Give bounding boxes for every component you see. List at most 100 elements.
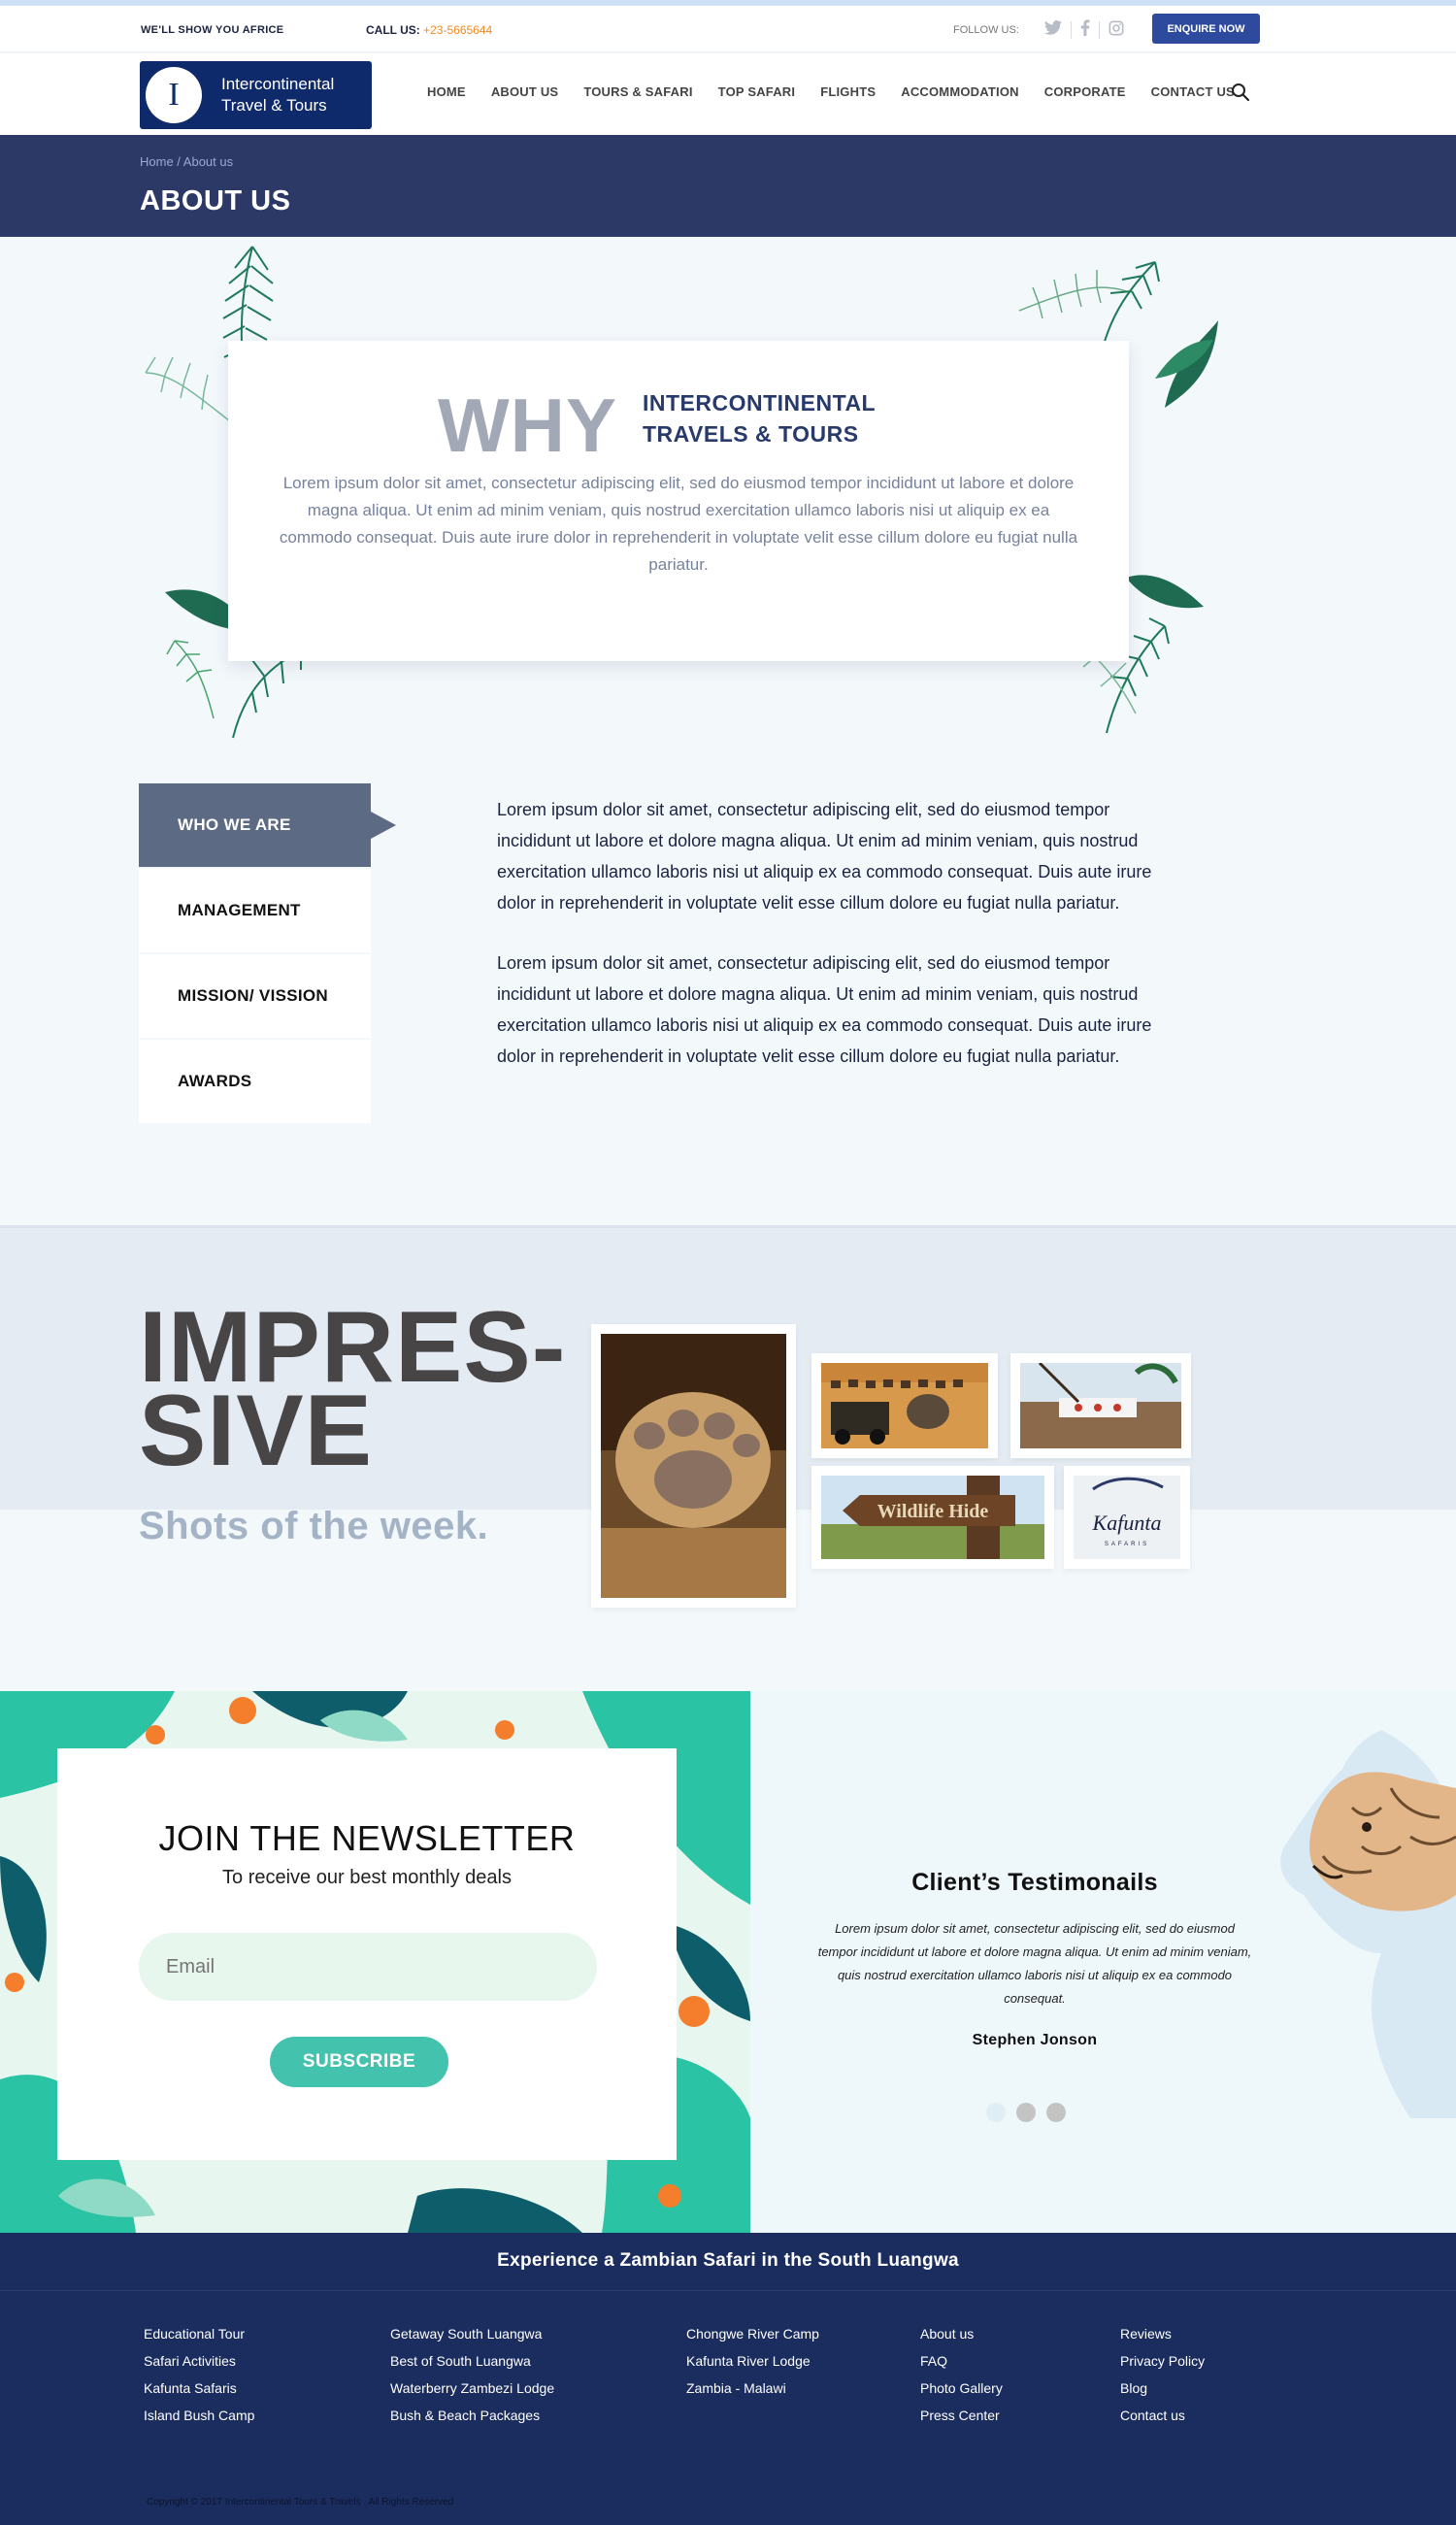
nav-item-about-us[interactable]: ABOUT US (491, 84, 559, 99)
footer-link[interactable]: Photo Gallery (920, 2375, 1003, 2402)
search-icon[interactable] (1231, 83, 1250, 102)
breadcrumb[interactable]: Home / About us (140, 154, 233, 169)
photo-lion-paw[interactable] (591, 1324, 796, 1608)
tiger-illustration (1280, 1730, 1456, 2118)
lion-paw-image (601, 1334, 786, 1598)
why-description: Lorem ipsum dolor sit amet, consectetur … (279, 474, 1078, 574)
logo-text: Intercontinental Travel & Tours (221, 74, 334, 116)
footer-link[interactable]: Zambia - Malawi (686, 2375, 819, 2402)
subscribe-button[interactable]: SUBSCRIBE (270, 2037, 448, 2087)
footer-column-4: About us FAQ Photo Gallery Press Center (920, 2320, 1003, 2429)
kafunta-brand-text: Kafunta (1092, 1511, 1162, 1535)
email-field[interactable] (139, 1933, 597, 2001)
logo-line-1: Intercontinental (221, 75, 335, 93)
tab-management[interactable]: MANAGEMENT (139, 869, 371, 952)
wildlife-hide-sign-text: Wildlife Hide (877, 1501, 989, 1522)
call-label: CALL US: (366, 23, 420, 37)
nav-item-tours-safari[interactable]: TOURS & SAFARI (583, 84, 692, 99)
nav-item-flights[interactable]: FLIGHTS (820, 84, 876, 99)
footer-heading: Experience a Zambian Safari in the South… (497, 2250, 959, 2271)
logo-line-2: Travel & Tours (221, 96, 327, 115)
testimonials-title: Client’s Testimonails (911, 1869, 1158, 1896)
footer-link[interactable]: Chongwe River Camp (686, 2320, 819, 2347)
tab-mission-vision[interactable]: MISSION/ VISSION (139, 954, 371, 1038)
separator (1071, 21, 1072, 39)
footer-column-5: Reviews Privacy Policy Blog Contact us (1120, 2320, 1205, 2429)
footer-link[interactable]: Getaway South Luangwa (390, 2320, 554, 2347)
why-subheading-line-1: INTERCONTINENTAL (643, 390, 877, 415)
nav-item-contact-us[interactable]: CONTACT US (1151, 84, 1235, 99)
carousel-dot-2[interactable] (1016, 2103, 1036, 2122)
tagline: WE'LL SHOW YOU AFRICE (141, 24, 284, 36)
impressive-subtitle: Shots of the week. (139, 1505, 489, 1547)
footer-link[interactable]: Educational Tour (144, 2320, 254, 2347)
call-us: CALL US: +23-5665644 (366, 23, 492, 37)
photo-wildlife-hide-sign[interactable]: Wildlife Hide (811, 1466, 1054, 1569)
footer-link[interactable]: Best of South Luangwa (390, 2347, 554, 2375)
kafunta-brand-subtext: SAFARIS (1105, 1542, 1149, 1547)
tab-who-we-are[interactable]: WHO WE ARE (139, 783, 396, 867)
enquire-now-button[interactable]: ENQUIRE NOW (1152, 14, 1260, 44)
nav-menu: HOME ABOUT US TOURS & SAFARI TOP SAFARI … (427, 84, 1235, 99)
footer-link[interactable]: Press Center (920, 2402, 1003, 2429)
footer-link[interactable]: FAQ (920, 2347, 1003, 2375)
elephants-safari-image (821, 1363, 988, 1448)
tab-content: Lorem ipsum dolor sit amet, consectetur … (497, 794, 1186, 1101)
copyright: Copyright © 2017 Intercontinental Tours … (147, 2497, 454, 2508)
wildlife-hide-sign-image: Wildlife Hide (821, 1476, 1044, 1559)
footer-link[interactable]: Island Bush Camp (144, 2402, 254, 2429)
newsletter-title: JOIN THE NEWSLETTER (158, 1818, 576, 1858)
footer: Experience a Zambian Safari in the South… (0, 2233, 1456, 2525)
footer-link[interactable]: Reviews (1120, 2320, 1205, 2347)
nav-item-corporate[interactable]: CORPORATE (1044, 84, 1126, 99)
twitter-icon[interactable] (1044, 20, 1062, 40)
kafunta-sign-image: Kafunta SAFARIS (1074, 1476, 1180, 1559)
footer-link[interactable]: Blog (1120, 2375, 1205, 2402)
footer-link[interactable]: Waterberry Zambezi Lodge (390, 2375, 554, 2402)
footer-divider (0, 2290, 1456, 2291)
carousel-dot-1[interactable] (986, 2103, 1006, 2122)
phone-number[interactable]: +23-5665644 (423, 23, 492, 37)
footer-column-1: Educational Tour Safari Activities Kafun… (144, 2320, 254, 2429)
photo-dining-deck[interactable] (1010, 1353, 1191, 1458)
newsletter-card: JOIN THE NEWSLETTER To receive our best … (57, 1748, 677, 2160)
footer-link[interactable]: Privacy Policy (1120, 2347, 1205, 2375)
follow-label: FOLLOW US: (953, 24, 1019, 36)
footer-link[interactable]: Bush & Beach Packages (390, 2402, 554, 2429)
tab-paragraph: Lorem ipsum dolor sit amet, consectetur … (497, 953, 1152, 1066)
why-heading: WHY (438, 382, 617, 468)
why-subheading: INTERCONTINENTAL TRAVELS & TOURS (643, 387, 876, 449)
main-navbar: I Intercontinental Travel & Tours HOME A… (0, 53, 1456, 135)
instagram-icon[interactable] (1109, 20, 1124, 41)
testimonial-author: Stephen Jonson (972, 2032, 1098, 2048)
nav-item-top-safari[interactable]: TOP SAFARI (718, 84, 796, 99)
footer-column-3: Chongwe River Camp Kafunta River Lodge Z… (686, 2320, 819, 2402)
footer-link[interactable]: About us (920, 2320, 1003, 2347)
footer-column-2: Getaway South Luangwa Best of South Luan… (390, 2320, 554, 2429)
tab-paragraph: Lorem ipsum dolor sit amet, consectetur … (497, 800, 1152, 913)
page-title: ABOUT US (140, 185, 291, 216)
photo-elephants-safari[interactable] (811, 1353, 998, 1458)
carousel-dot-3[interactable] (1046, 2103, 1066, 2122)
footer-link[interactable]: Kafunta River Lodge (686, 2347, 819, 2375)
separator (1099, 21, 1100, 39)
page-header: Home / About us ABOUT US (0, 135, 1456, 237)
footer-link[interactable]: Safari Activities (144, 2347, 254, 2375)
testimonial-quote: Lorem ipsum dolor sit amet, consectetur … (817, 1921, 1252, 2006)
testimonials-section: Client’s Testimonails Lorem ipsum dolor … (750, 1691, 1456, 2233)
newsletter-subtitle: To receive our best monthly deals (222, 1867, 512, 1888)
tab-awards[interactable]: AWARDS (139, 1040, 371, 1123)
facebook-icon[interactable] (1080, 19, 1090, 41)
about-tabs: WHO WE ARE MANAGEMENT MISSION/ VISSION A… (139, 783, 396, 1125)
why-card: WHY INTERCONTINENTAL TRAVELS & TOURS Lor… (228, 341, 1129, 661)
nav-item-accommodation[interactable]: ACCOMMODATION (901, 84, 1019, 99)
photo-kafunta-sign[interactable]: Kafunta SAFARIS (1064, 1466, 1190, 1569)
logo-monogram: I (146, 67, 202, 123)
footer-link[interactable]: Kafunta Safaris (144, 2375, 254, 2402)
top-bar: WE'LL SHOW YOU AFRICE CALL US: +23-56656… (0, 6, 1456, 52)
nav-item-home[interactable]: HOME (427, 84, 466, 99)
social-links (1044, 19, 1124, 41)
footer-link[interactable]: Contact us (1120, 2402, 1205, 2429)
logo[interactable]: I Intercontinental Travel & Tours (140, 61, 372, 129)
dining-deck-image (1020, 1363, 1181, 1448)
